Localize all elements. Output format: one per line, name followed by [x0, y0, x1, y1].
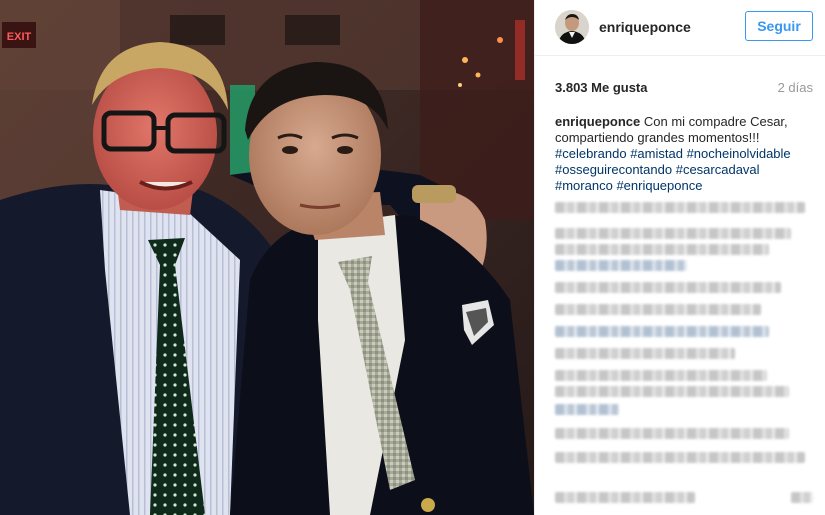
hashtag-link[interactable]: #cesarcadaval — [676, 162, 760, 177]
likes-count[interactable]: 3.803 Me gusta — [555, 80, 648, 95]
blurred-comment-line — [555, 202, 805, 213]
hashtag-link[interactable]: #nocheinolvidable — [687, 146, 791, 161]
hashtag-link[interactable]: #osseguirecontando — [555, 162, 672, 177]
hashtag-link[interactable]: #enriqueponce — [616, 178, 702, 193]
post-caption: enriqueponce Con mi compadre Cesar, comp… — [555, 114, 817, 194]
caption-author-link[interactable]: enriqueponce — [555, 114, 640, 129]
blurred-comment-line — [555, 404, 619, 415]
exit-sign: EXIT — [7, 31, 32, 43]
blurred-comment-line — [555, 304, 761, 315]
blurred-comment-line — [555, 370, 767, 381]
blurred-comment-line — [555, 282, 781, 293]
blurred-comment-line — [555, 348, 735, 359]
hashtag-link[interactable]: #moranco — [555, 178, 613, 193]
blurred-comment-line — [555, 492, 695, 503]
hashtag-link[interactable]: #celebrando — [555, 146, 627, 161]
blurred-comment-line — [791, 492, 813, 503]
blurred-comment-line — [555, 260, 687, 271]
post-timestamp[interactable]: 2 días — [778, 80, 813, 95]
blurred-comment-line — [555, 452, 805, 463]
follow-button[interactable]: Seguir — [745, 11, 813, 41]
blurred-comment-line — [555, 428, 789, 439]
hashtag-link[interactable]: #amistad — [630, 146, 683, 161]
blurred-comment-line — [555, 326, 769, 337]
likes-row: 3.803 Me gusta 2 días — [555, 80, 813, 98]
post-photo[interactable]: EXIT — [0, 0, 534, 515]
blurred-comment-line — [555, 386, 789, 397]
blurred-comment-line — [555, 244, 769, 255]
post-side-panel: enriqueponce Seguir 3.803 Me gusta 2 día… — [534, 0, 825, 515]
avatar-image — [555, 10, 589, 44]
avatar[interactable] — [555, 10, 589, 44]
username-link[interactable]: enriqueponce — [599, 19, 691, 35]
photo-scene: EXIT — [0, 0, 534, 515]
blurred-comment-line — [555, 228, 791, 239]
hashtag-list: #celebrando #amistad #nocheinolvidable #… — [555, 146, 791, 193]
post-header: enriqueponce Seguir — [535, 0, 825, 56]
